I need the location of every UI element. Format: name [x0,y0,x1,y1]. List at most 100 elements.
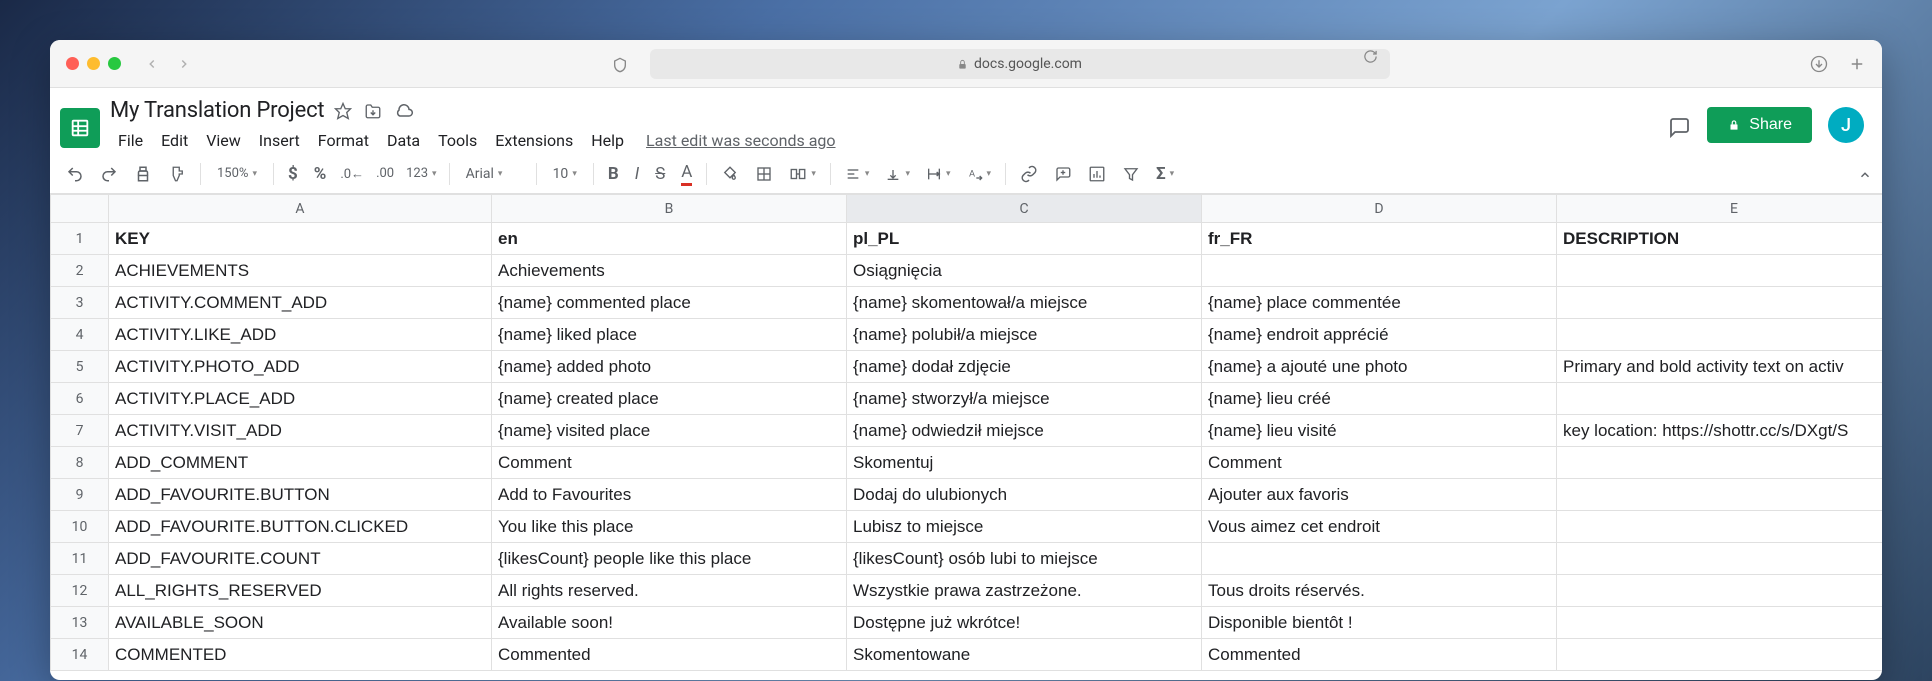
cell[interactable]: Achievements [492,255,847,287]
cell[interactable] [1557,511,1883,543]
cell[interactable] [1202,543,1557,575]
redo-button[interactable] [94,161,124,187]
cell[interactable]: DESCRIPTION [1557,223,1883,255]
cell[interactable]: {name} liked place [492,319,847,351]
reload-icon[interactable] [1363,49,1378,65]
cell[interactable]: COMMENTED [109,639,492,671]
cell[interactable]: Comment [492,447,847,479]
comment-history-icon[interactable] [1667,111,1691,139]
row-header[interactable]: 1 [51,223,109,255]
insert-comment-button[interactable] [1048,161,1078,187]
cell[interactable] [1557,543,1883,575]
row-header[interactable]: 12 [51,575,109,607]
cell[interactable] [1557,383,1883,415]
cell[interactable]: Commented [492,639,847,671]
cell[interactable]: {likesCount} people like this place [492,543,847,575]
menu-edit[interactable]: Edit [153,127,196,154]
cell[interactable]: {name} a ajouté une photo [1202,351,1557,383]
window-close-button[interactable] [66,57,79,70]
fill-color-button[interactable] [715,161,745,187]
row-header[interactable]: 13 [51,607,109,639]
cell[interactable]: {name} place commentée [1202,287,1557,319]
cell[interactable]: Skomentowane [847,639,1202,671]
privacy-shield-icon[interactable] [612,54,628,72]
cell[interactable]: {name} skomentował/a miejsce [847,287,1202,319]
cell[interactable]: ADD_FAVOURITE.COUNT [109,543,492,575]
cell[interactable] [1557,319,1883,351]
cell[interactable]: You like this place [492,511,847,543]
downloads-icon[interactable] [1810,53,1828,74]
cell[interactable]: Ajouter aux favoris [1202,479,1557,511]
cell[interactable]: Vous aimez cet endroit [1202,511,1557,543]
column-header-C[interactable]: C [847,195,1202,223]
row-header[interactable]: 3 [51,287,109,319]
cell[interactable]: fr_FR [1202,223,1557,255]
italic-button[interactable]: I [629,160,645,188]
collapse-toolbar-button[interactable] [1858,164,1872,183]
window-minimize-button[interactable] [87,57,100,70]
cell[interactable]: {name} endroit apprécié [1202,319,1557,351]
menu-insert[interactable]: Insert [251,127,308,154]
insert-chart-button[interactable] [1082,161,1112,187]
select-all-corner[interactable] [51,195,109,223]
zoom-select[interactable]: 150% [209,166,265,181]
share-button[interactable]: Share [1707,107,1812,143]
cell[interactable]: Primary and bold activity text on activ [1557,351,1883,383]
row-header[interactable]: 11 [51,543,109,575]
spreadsheet-grid[interactable]: ABCDE 1KEYenpl_PLfr_FRDESCRIPTION2ACHIEV… [50,194,1882,671]
borders-button[interactable] [749,161,779,187]
cell[interactable]: ADD_COMMENT [109,447,492,479]
vertical-align-button[interactable] [879,162,916,186]
cell[interactable]: Lubisz to miejsce [847,511,1202,543]
cell[interactable]: AVAILABLE_SOON [109,607,492,639]
filter-button[interactable] [1116,161,1146,187]
bold-button[interactable]: B [602,160,625,188]
cell[interactable]: Skomentuj [847,447,1202,479]
forward-button[interactable] [177,53,191,74]
text-wrap-button[interactable] [920,162,957,186]
print-button[interactable] [128,161,158,187]
horizontal-align-button[interactable] [839,162,876,186]
cell[interactable]: {name} stworzył/a miejsce [847,383,1202,415]
new-tab-icon[interactable] [1848,53,1866,74]
font-size-select[interactable]: 10 [545,166,585,182]
cell[interactable]: Available soon! [492,607,847,639]
cell[interactable]: ACTIVITY.VISIT_ADD [109,415,492,447]
cell[interactable]: All rights reserved. [492,575,847,607]
cell[interactable]: ADD_FAVOURITE.BUTTON [109,479,492,511]
cell[interactable]: {name} commented place [492,287,847,319]
menu-data[interactable]: Data [379,127,428,154]
row-header[interactable]: 4 [51,319,109,351]
cell[interactable]: Comment [1202,447,1557,479]
paint-format-button[interactable] [162,161,192,187]
menu-format[interactable]: Format [310,127,377,154]
cell[interactable]: {name} created place [492,383,847,415]
move-icon[interactable] [364,100,382,121]
cell[interactable]: ACHIEVEMENTS [109,255,492,287]
cell[interactable]: Disponible bientôt ! [1202,607,1557,639]
cell[interactable]: Tous droits réservés. [1202,575,1557,607]
cell[interactable]: {name} lieu visité [1202,415,1557,447]
font-select[interactable]: Arial [458,166,528,182]
cell[interactable]: ACTIVITY.PHOTO_ADD [109,351,492,383]
increase-decimal-button[interactable]: .00 [372,166,398,181]
document-title[interactable]: My Translation Project [110,98,324,123]
strikethrough-button[interactable]: S [649,160,671,188]
cell[interactable]: {name} added photo [492,351,847,383]
cell[interactable] [1557,607,1883,639]
cell[interactable] [1557,575,1883,607]
text-rotation-button[interactable]: A [961,162,998,186]
column-header-D[interactable]: D [1202,195,1557,223]
menu-extensions[interactable]: Extensions [487,127,581,154]
sheets-logo-icon[interactable] [60,108,100,148]
cell[interactable] [1557,255,1883,287]
cell[interactable]: ACTIVITY.COMMENT_ADD [109,287,492,319]
cell[interactable]: Wszystkie prawa zastrzeżone. [847,575,1202,607]
menu-help[interactable]: Help [583,127,632,154]
cell[interactable]: key location: https://shottr.cc/s/DXgt/S [1557,415,1883,447]
row-header[interactable]: 2 [51,255,109,287]
row-header[interactable]: 14 [51,639,109,671]
cell[interactable]: pl_PL [847,223,1202,255]
cell[interactable]: ACTIVITY.LIKE_ADD [109,319,492,351]
back-button[interactable] [145,53,159,74]
